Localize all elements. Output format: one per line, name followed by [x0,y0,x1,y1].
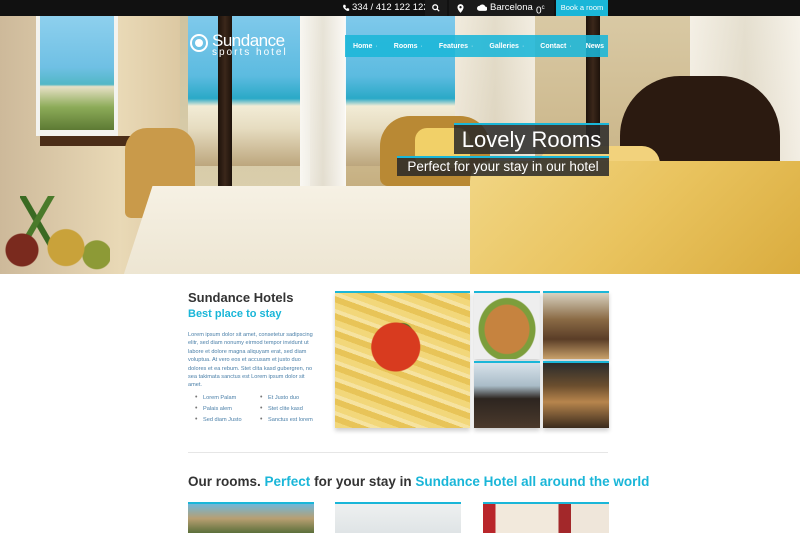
book-room-button[interactable]: Book a room [556,0,608,16]
nav-item-contact[interactable]: Contact · [536,43,575,50]
logo-tagline: sports hotel [212,47,288,58]
intro-title: Sundance Hotels [188,290,294,305]
room-card-image[interactable] [483,502,609,533]
location-icon [456,3,464,13]
rooms-heading-accent: Perfect [264,474,311,489]
site-logo[interactable]: Sundance sports hotel [188,31,294,62]
search-icon [432,4,440,12]
logo-mark-icon [190,34,208,52]
room-card-image[interactable] [335,502,461,533]
list-item: Stet clite kasd [260,405,303,412]
rooms-heading-part: for your stay in [314,474,412,489]
list-item: Et Justo duo [260,394,299,401]
top-bar: 334 / 412 122 122 Barcelona 0c Book a ro… [0,0,800,16]
cloud-icon [477,4,487,11]
intro-subtitle: Best place to stay [188,308,282,320]
location-button[interactable] [449,0,471,16]
chevron-down-icon: · [471,42,474,50]
weather-city: Barcelona [490,2,533,13]
hero-fruit [0,226,110,274]
nav-item-features[interactable]: Features · [435,43,478,50]
gallery-photo-lounge[interactable] [543,291,609,359]
rooms-heading: Our rooms. Perfect for your stay in Sund… [188,474,649,489]
list-item: Sanctus est lorem [260,416,313,423]
hero-caption-title: Lovely Rooms [454,123,609,154]
section-divider [188,452,608,453]
main-nav: Home · Rooms · Features · Galleries · Contac… [345,35,608,57]
intro-body: Lorem ipsum dolor sit amet, consetetur s… [188,332,313,389]
nav-item-galleries[interactable]: Galleries · [485,43,528,50]
list-item: Lorem Palam [195,394,236,401]
hero-caption-subtitle: Perfect for your stay in our hotel [397,156,609,176]
gallery-photo-restaurant[interactable] [474,361,540,428]
gallery-photo-pasta[interactable] [335,291,470,428]
phone-icon [343,4,350,12]
room-card-image[interactable] [188,502,314,533]
chevron-down-icon: · [521,42,525,50]
rooms-heading-accent: Sundance Hotel all around the world [415,474,650,489]
gallery-photo-dish[interactable] [474,291,540,359]
phone-info[interactable]: 334 / 412 122 122 [342,0,429,16]
gallery-photo-bar[interactable] [543,361,609,428]
phone-number: 334 / 412 122 122 [352,2,429,13]
chevron-down-icon: · [375,42,378,50]
hero-blanket [470,161,800,274]
rooms-heading-part: Our rooms. [188,474,261,489]
nav-item-news[interactable]: News [582,43,608,50]
list-item: Palais alem [195,405,232,412]
chevron-down-icon: · [420,42,423,50]
list-item: Sed diam Justo [195,416,241,423]
nav-item-rooms[interactable]: Rooms · [390,43,427,50]
weather-temperature: 0c [536,5,545,17]
nav-item-home[interactable]: Home · [349,43,382,50]
chevron-down-icon: · [569,42,572,50]
search-button[interactable] [425,0,447,16]
hero-window [36,16,118,136]
